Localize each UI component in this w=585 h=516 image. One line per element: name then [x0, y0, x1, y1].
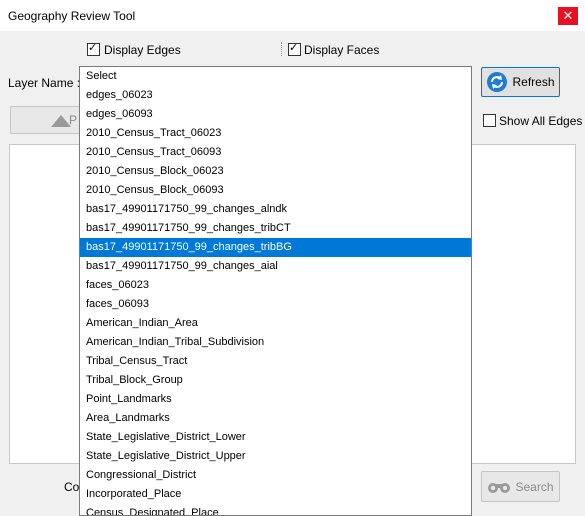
dropdown-item[interactable]: bas17_49901171750_99_changes_alndk [80, 200, 471, 219]
refresh-icon [487, 72, 508, 92]
dropdown-item[interactable]: Area_Landmarks [80, 409, 471, 428]
previous-button[interactable]: P [10, 106, 90, 134]
show-all-edges-label: Show All Edges [499, 114, 583, 128]
dropdown-item[interactable]: edges_06093 [80, 105, 471, 124]
dropdown-item[interactable]: bas17_49901171750_99_changes_aial [80, 257, 471, 276]
dropdown-item[interactable]: Select [80, 67, 471, 86]
search-label: Search [515, 479, 554, 494]
up-arrow-icon [51, 115, 71, 127]
dropdown-item[interactable]: American_Indian_Area [80, 314, 471, 333]
display-faces-checkbox[interactable] [288, 41, 301, 56]
refresh-button[interactable]: Refresh [481, 67, 560, 97]
close-button[interactable]: ✕ [558, 7, 578, 25]
dropdown-item[interactable]: faces_06023 [80, 276, 471, 295]
window-title: Geography Review Tool [8, 9, 136, 23]
dropdown-item[interactable]: faces_06093 [80, 295, 471, 314]
display-edges-checkbox[interactable] [87, 41, 100, 56]
dropdown-item[interactable]: Incorporated_Place [80, 485, 471, 504]
dropdown-item[interactable]: edges_06023 [80, 86, 471, 105]
dropdown-item[interactable]: 2010_Census_Tract_06093 [80, 143, 471, 162]
binoculars-icon [488, 482, 511, 493]
dropdown-item[interactable]: State_Legislative_District_Lower [80, 428, 471, 447]
splitter-grip [281, 42, 283, 56]
layer-name-label: Layer Name : [8, 76, 81, 90]
dropdown-item[interactable]: Congressional_District [80, 466, 471, 485]
show-all-edges-checkbox[interactable] [483, 114, 496, 127]
display-edges-label: Display Edges [104, 43, 181, 57]
dropdown-item[interactable]: 2010_Census_Block_06023 [80, 162, 471, 181]
dropdown-item[interactable]: 2010_Census_Tract_06023 [80, 124, 471, 143]
dropdown-item[interactable]: Point_Landmarks [80, 390, 471, 409]
display-faces-label: Display Faces [304, 43, 380, 57]
dropdown-item[interactable]: Census_Designated_Place [80, 504, 471, 515]
dropdown-item[interactable]: 2010_Census_Block_06093 [80, 181, 471, 200]
dropdown-item[interactable]: State_Legislative_District_Upper [80, 447, 471, 466]
dropdown-item[interactable]: Tribal_Block_Group [80, 371, 471, 390]
dropdown-item[interactable]: bas17_49901171750_99_changes_tribBG [80, 238, 471, 257]
refresh-label: Refresh [512, 75, 555, 89]
dropdown-item[interactable]: American_Indian_Tribal_Subdivision [80, 333, 471, 352]
search-button[interactable]: Search [481, 471, 560, 502]
dropdown-item[interactable]: Tribal_Census_Tract [80, 352, 471, 371]
dropdown-item[interactable]: bas17_49901171750_99_changes_tribCT [80, 219, 471, 238]
layer-dropdown-list[interactable]: Select edges_06023 edges_06093 2010_Census_… [79, 66, 472, 516]
